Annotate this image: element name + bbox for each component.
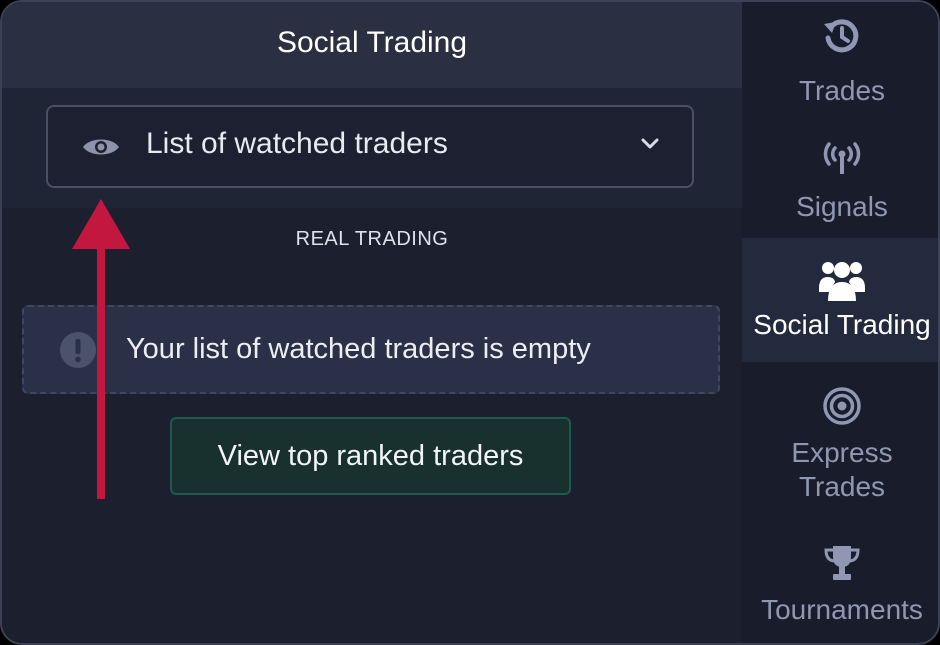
view-top-ranked-traders-button[interactable]: View top ranked traders [170,417,571,495]
chevron-down-icon [641,138,659,149]
eye-icon [83,139,119,155]
sidebar-item-label: Signals [796,191,888,222]
trophy-icon [824,546,860,580]
history-icon [824,19,859,53]
sidebar-item-label: Express [791,437,893,468]
sidebar-item-trades[interactable]: Trades [742,16,938,116]
sidebar: Trades Signals Social Trading Express Tr… [742,2,938,643]
panel-title: Social Trading [2,2,742,88]
users-group-icon [819,262,865,301]
sidebar-item-label: Trades [798,471,886,502]
empty-list-message: Your list of watched traders is empty [126,333,591,365]
sidebar-item-label: Trades [798,75,886,106]
sidebar-item-express-trades[interactable]: Express Trades [742,386,938,510]
sidebar-item-label: Tournaments [761,594,923,625]
arrow-up-annotation [72,199,130,499]
social-trading-panel: Social Trading List of watched traders R… [2,2,742,643]
sidebar-item-social-trading[interactable]: Social Trading [742,238,938,362]
watched-traders-dropdown[interactable]: List of watched traders [46,105,694,188]
sidebar-item-tournaments[interactable]: Tournaments [742,543,938,633]
target-icon [823,387,861,425]
dropdown-label: List of watched traders [146,127,448,160]
sidebar-item-signals[interactable]: Signals [742,140,938,230]
social-trading-window: Social Trading List of watched traders R… [0,0,940,645]
sidebar-item-label: Social Trading [753,309,931,340]
signal-antenna-icon [823,142,861,174]
